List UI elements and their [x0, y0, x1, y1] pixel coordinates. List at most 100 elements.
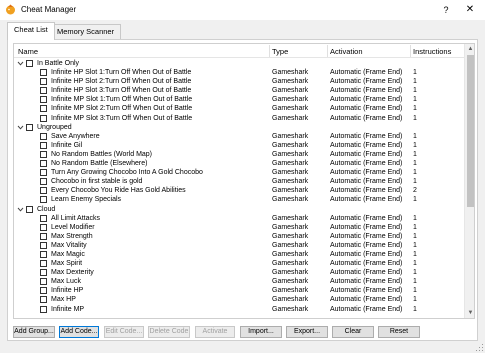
cell-type: Gameshark: [272, 260, 309, 268]
title-bar[interactable]: Cheat Manager ? ✕: [0, 0, 485, 20]
delete-code-button[interactable]: Delete Code: [148, 326, 190, 338]
edit-code-button[interactable]: Edit Code...: [104, 326, 144, 338]
scroll-up-arrow-icon[interactable]: ▲: [465, 44, 474, 54]
tree-row[interactable]: Save Anywhere Gameshark Automatic (Frame E…: [14, 132, 464, 141]
cell-name: Infinite HP: [51, 287, 84, 295]
row-checkbox[interactable]: [40, 305, 47, 313]
row-checkbox[interactable]: [40, 278, 47, 286]
tree-group-row[interactable]: Cloud: [14, 205, 464, 214]
tree-row[interactable]: Infinite MP Slot 1:Turn Off When Out of …: [14, 95, 464, 104]
row-checkbox[interactable]: [40, 250, 47, 258]
cell-type: Gameshark: [272, 187, 309, 195]
add-group-button[interactable]: Add Group...: [13, 326, 55, 338]
row-checkbox[interactable]: [40, 105, 47, 113]
row-checkbox[interactable]: [26, 123, 33, 131]
cheat-tree[interactable]: Name Type Activation Instructions In Bat…: [13, 43, 475, 319]
row-checkbox[interactable]: [40, 260, 47, 268]
cell-type: Gameshark: [272, 196, 309, 204]
chevron-down-icon[interactable]: [17, 206, 24, 213]
row-checkbox[interactable]: [40, 214, 47, 222]
cell-activation: Automatic (Frame End): [330, 196, 403, 204]
tree-row[interactable]: Infinite HP Gameshark Automatic (Frame End…: [14, 286, 464, 295]
vertical-scrollbar[interactable]: ▲ ▼: [464, 44, 474, 318]
cell-name: Ungrouped: [37, 123, 72, 131]
row-checkbox[interactable]: [40, 150, 47, 158]
column-instructions[interactable]: Instructions: [413, 47, 451, 56]
row-checkbox[interactable]: [40, 196, 47, 204]
reset-button[interactable]: Reset: [378, 326, 420, 338]
tree-row[interactable]: Max Luck Gameshark Automatic (Frame End) 1: [14, 277, 464, 286]
tree-row[interactable]: All Limit Attacks Gameshark Automatic (Fra…: [14, 214, 464, 223]
row-checkbox[interactable]: [40, 178, 47, 186]
row-checkbox[interactable]: [40, 132, 47, 140]
row-checkbox[interactable]: [26, 60, 33, 67]
row-checkbox[interactable]: [40, 241, 47, 249]
cheat-list-panel: Name Type Activation Instructions In Bat…: [7, 39, 478, 341]
tree-row[interactable]: Infinite MP Slot 2:Turn Off When Out of …: [14, 104, 464, 113]
cell-activation: Automatic (Frame End): [330, 214, 403, 222]
chevron-down-icon[interactable]: [17, 60, 24, 67]
resize-grip-icon[interactable]: [476, 344, 484, 352]
row-checkbox[interactable]: [40, 296, 47, 304]
column-type[interactable]: Type: [272, 47, 288, 56]
tree-row[interactable]: Chocobo in first stable is gold Gameshark…: [14, 177, 464, 186]
cell-name: Chocobo in first stable is gold: [51, 178, 143, 186]
scroll-down-arrow-icon[interactable]: ▼: [465, 308, 474, 318]
row-checkbox[interactable]: [40, 287, 47, 295]
tree-row[interactable]: Max Spirit Gameshark Automatic (Frame End)…: [14, 259, 464, 268]
cell-type: Gameshark: [272, 232, 309, 240]
tab-memory-scanner[interactable]: Memory Scanner: [50, 24, 122, 39]
tree-row[interactable]: Learn Enemy Specials Gameshark Automatic (…: [14, 195, 464, 204]
tree-group-row[interactable]: In Battle Only: [14, 59, 464, 68]
scroll-thumb[interactable]: [467, 55, 474, 207]
export-button[interactable]: Export...: [286, 326, 328, 338]
row-checkbox[interactable]: [40, 160, 47, 168]
add-code-button[interactable]: Add Code...: [59, 326, 99, 338]
row-checkbox[interactable]: [40, 114, 47, 122]
tree-row[interactable]: Infinite HP Slot 1:Turn Off When Out of …: [14, 68, 464, 77]
help-button[interactable]: ?: [439, 3, 453, 17]
column-name[interactable]: Name: [18, 47, 38, 56]
tree-row[interactable]: Every Chocobo You Ride Has Gold Abilitie…: [14, 186, 464, 195]
row-checkbox[interactable]: [26, 205, 33, 213]
chevron-down-icon[interactable]: [17, 124, 24, 131]
tree-row[interactable]: No Random Battles (World Map) Gameshark Au…: [14, 150, 464, 159]
column-activation[interactable]: Activation: [330, 47, 363, 56]
close-button[interactable]: ✕: [462, 3, 478, 17]
tree-row[interactable]: Level Modifier Gameshark Automatic (Frame …: [14, 223, 464, 232]
tree-row[interactable]: Max HP Gameshark Automatic (Frame End) 1: [14, 295, 464, 304]
row-checkbox[interactable]: [40, 223, 47, 231]
tree-row[interactable]: Infinite HP Slot 3:Turn Off When Out of …: [14, 86, 464, 95]
row-checkbox[interactable]: [40, 69, 47, 77]
tree-row[interactable]: Max Dexterity Gameshark Automatic (Frame E…: [14, 268, 464, 277]
tree-row[interactable]: Turn Any Growing Chocobo Into A Gold Cho…: [14, 168, 464, 177]
row-checkbox[interactable]: [40, 232, 47, 240]
tree-row[interactable]: Max Strength Gameshark Automatic (Frame En…: [14, 232, 464, 241]
import-button[interactable]: Import...: [240, 326, 282, 338]
row-checkbox[interactable]: [40, 141, 47, 149]
cell-name: Infinite HP Slot 1:Turn Off When Out of …: [51, 69, 192, 77]
cell-name: Level Modifier: [51, 223, 95, 231]
tree-row[interactable]: Infinite HP Slot 2:Turn Off When Out of …: [14, 77, 464, 86]
cell-instructions: 1: [413, 69, 417, 77]
cell-instructions: 1: [413, 78, 417, 86]
tab-cheat-list[interactable]: Cheat List: [7, 22, 55, 40]
cell-name: Max Strength: [51, 232, 93, 240]
cell-type: Gameshark: [272, 305, 309, 313]
row-checkbox[interactable]: [40, 87, 47, 95]
row-checkbox[interactable]: [40, 78, 47, 86]
tree-group-row[interactable]: Ungrouped: [14, 123, 464, 132]
cell-instructions: 1: [413, 232, 417, 240]
clear-button[interactable]: Clear: [332, 326, 374, 338]
tree-row[interactable]: Infinite MP Gameshark Automatic (Frame End…: [14, 305, 464, 314]
tree-row[interactable]: Max Magic Gameshark Automatic (Frame End) 1: [14, 250, 464, 259]
tree-row[interactable]: Max Vitality Gameshark Automatic (Frame En…: [14, 241, 464, 250]
tree-row[interactable]: Infinite Gil Gameshark Automatic (Frame En…: [14, 141, 464, 150]
row-checkbox[interactable]: [40, 187, 47, 195]
row-checkbox[interactable]: [40, 269, 47, 277]
tree-row[interactable]: No Random Battle (Elsewhere) Gameshark Aut…: [14, 159, 464, 168]
tree-row[interactable]: Infinite MP Slot 3:Turn Off When Out of …: [14, 114, 464, 123]
row-checkbox[interactable]: [40, 96, 47, 104]
activate-button[interactable]: Activate: [195, 326, 235, 338]
row-checkbox[interactable]: [40, 169, 47, 177]
